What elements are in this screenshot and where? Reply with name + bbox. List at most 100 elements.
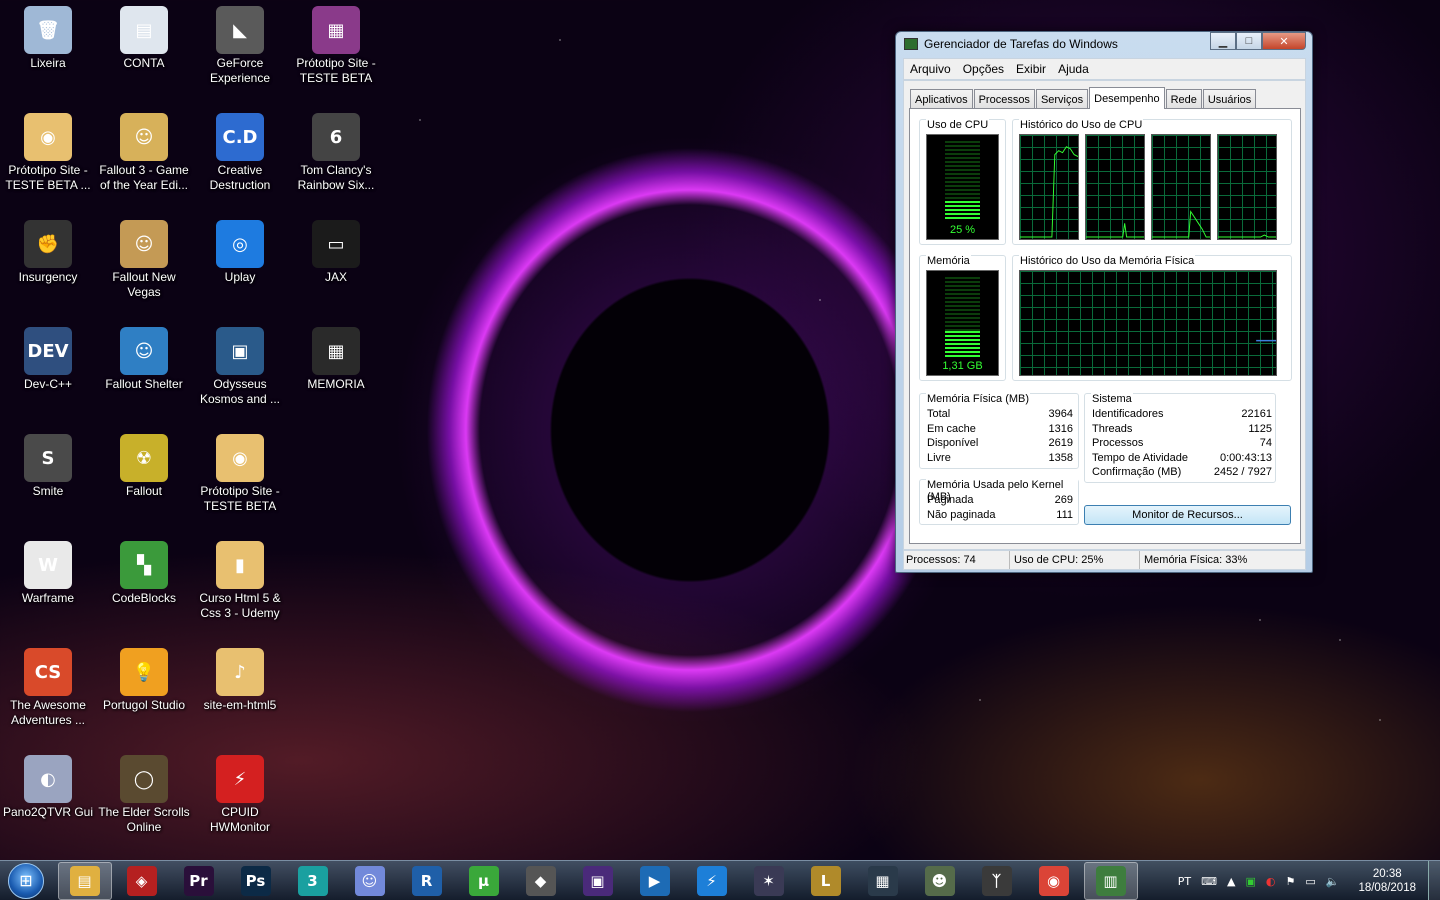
desktop-icon[interactable]: ☺ Fallout Shelter: [96, 321, 192, 392]
desktop-icon[interactable]: ◣ GeForce Experience: [192, 0, 288, 86]
tab-processos[interactable]: Processos: [973, 89, 1035, 109]
desktop-icon[interactable]: ♪ site-em-html5: [192, 642, 288, 713]
stat-value-nonpaged: 111: [1056, 508, 1073, 521]
taskbar-app-halo-game[interactable]: ▦: [856, 862, 910, 900]
desktop-icon[interactable]: DEV Dev-C++: [0, 321, 96, 392]
taskbar-app-photoshop[interactable]: Ps: [229, 862, 283, 900]
desktop-icon[interactable]: S Smite: [0, 428, 96, 499]
clock-time: 20:38: [1372, 868, 1402, 880]
desktop-icon[interactable]: ▦ MEMORIA: [288, 321, 384, 392]
start-button[interactable]: ⊞: [4, 861, 48, 900]
green-tray-icon[interactable]: ▣: [1245, 875, 1255, 888]
stat-label-uptime: Tempo de Atividade: [1092, 451, 1189, 464]
desktop-icon[interactable]: ✊ Insurgency: [0, 214, 96, 285]
desktop-icon-label: CodeBlocks: [111, 591, 177, 605]
language-indicator[interactable]: PT: [1178, 875, 1191, 888]
memory-history-group: Histórico do Uso da Memória Física: [1012, 255, 1292, 381]
stat-value-uptime: 0:00:43:13: [1220, 451, 1272, 464]
taskbar-app-premiere[interactable]: Pr: [172, 862, 226, 900]
taskbar-app-cpu-app[interactable]: ▣: [571, 862, 625, 900]
desktop-icon[interactable]: CS The Awesome Adventures ...: [0, 642, 96, 728]
desktop-icon[interactable]: ◐ Pano2QTVR Gui: [0, 749, 96, 820]
taskbar-app-red-app[interactable]: ◈: [115, 862, 169, 900]
show-hidden-icons-chevron-icon[interactable]: ▲: [1227, 875, 1235, 888]
taskbar-app-star-app[interactable]: ✶: [742, 862, 796, 900]
system-title: Sistema: [1091, 393, 1133, 405]
desktop-icon[interactable]: ▮ Curso Html 5 & Css 3 - Udemy: [192, 535, 288, 621]
taskbar-app-gamemaker[interactable]: ◆: [514, 862, 568, 900]
taskbar-app-thunder-app[interactable]: ⚡: [685, 862, 739, 900]
tab-strip: Aplicativos Processos Serviços Desempenh…: [910, 87, 1257, 109]
desktop-icon[interactable]: ☺ Fallout 3 - Game of the Year Edi...: [96, 107, 192, 193]
tab-desempenho[interactable]: Desempenho: [1089, 87, 1165, 109]
app-icon: ◐: [24, 755, 72, 803]
taskbar-pinned-apps: ▤ ◈ Pr Ps 3 ☺ Rµ ◆ ▣ ▶ ⚡ ✶ L ▦ ☻ ᛉ ◉ ▥: [56, 861, 1139, 900]
skyrim-icon: ᛉ: [981, 865, 1012, 896]
taskbar-app-league[interactable]: L: [799, 862, 853, 900]
tab-usuarios[interactable]: Usuários: [1202, 89, 1257, 109]
menu-arquivo[interactable]: Arquivo: [904, 62, 957, 76]
show-desktop-button[interactable]: [1428, 861, 1440, 900]
stat-label-free: Livre: [927, 451, 951, 464]
taskbar-app-chrome[interactable]: ◉: [1027, 862, 1081, 900]
desktop-icon[interactable]: 6 Tom Clancy's Rainbow Six...: [288, 107, 384, 193]
taskbar-app-3dsmax[interactable]: 3: [286, 862, 340, 900]
desktop-icon[interactable]: C.D Creative Destruction: [192, 107, 288, 193]
app-icon: ◉: [216, 434, 264, 482]
desktop-icon[interactable]: ◉ Prótotipo Site - TESTE BETA: [192, 428, 288, 514]
stat-value-cache: 1316: [1048, 422, 1073, 435]
desktop-icon[interactable]: 💡 Portugol Studio: [96, 642, 192, 713]
desktop-icon[interactable]: ☺ Fallout New Vegas: [96, 214, 192, 300]
taskbar-app-media-app[interactable]: ▶: [628, 862, 682, 900]
explorer-icon: ▤: [69, 865, 100, 896]
desktop-icon[interactable]: ◉ Prótotipo Site - TESTE BETA ...: [0, 107, 96, 193]
desktop-icon[interactable]: ☢ Fallout: [96, 428, 192, 499]
menu-ajuda[interactable]: Ajuda: [1052, 62, 1095, 76]
antivirus-tray-icon[interactable]: ◐: [1266, 875, 1276, 888]
desktop-icon[interactable]: ▣ Odysseus Kosmos and ...: [192, 321, 288, 407]
window-controls: ▁ □ ✕: [1210, 32, 1306, 50]
desktop-icon[interactable]: ▚ CodeBlocks: [96, 535, 192, 606]
taskbar-app-discord[interactable]: ☺: [343, 862, 397, 900]
desktop-icon-label: The Elder Scrolls Online: [98, 805, 190, 834]
menu-exibir[interactable]: Exibir: [1010, 62, 1052, 76]
tab-rede[interactable]: Rede: [1165, 89, 1202, 109]
desktop-icon[interactable]: ◯ The Elder Scrolls Online: [96, 749, 192, 835]
taskbar-app-r-app[interactable]: R: [400, 862, 454, 900]
taskbar-app-explorer[interactable]: ▤: [57, 861, 112, 900]
desktop-icon[interactable]: ▭ JAX: [288, 214, 384, 285]
maximize-button[interactable]: □: [1236, 32, 1262, 50]
action-center-flag-icon[interactable]: ⚑: [1285, 875, 1295, 888]
desktop-icon-label: site-em-html5: [203, 698, 277, 712]
app-icon: CS: [24, 648, 72, 696]
app-icon: ☺: [120, 220, 168, 268]
task-manager-window[interactable]: Gerenciador de Tarefas do Windows ▁ □ ✕ …: [895, 31, 1313, 573]
keyboard-icon[interactable]: ⌨: [1201, 875, 1217, 888]
resource-monitor-button[interactable]: Monitor de Recursos...: [1084, 505, 1291, 525]
desktop-icon-label: Creative Destruction: [209, 163, 271, 192]
desktop-icon-label: Prótotipo Site - TESTE BETA ...: [5, 163, 91, 192]
stat-label-total: Total: [927, 408, 951, 420]
volume-icon[interactable]: 🔈: [1326, 875, 1340, 888]
desktop-icon[interactable]: ▤ CONTA: [96, 0, 192, 71]
minimize-button[interactable]: ▁: [1210, 32, 1236, 50]
taskbar-app-utorrent[interactable]: µ: [457, 862, 511, 900]
desktop-icon[interactable]: 🗑 Lixeira: [0, 0, 96, 71]
tab-aplicativos[interactable]: Aplicativos: [910, 89, 973, 109]
taskbar-app-skyrim[interactable]: ᛉ: [970, 862, 1024, 900]
stat-label-processes: Processos: [1092, 437, 1144, 449]
desktop-icon[interactable]: W Warframe: [0, 535, 96, 606]
stat-value-handles: 22161: [1241, 408, 1272, 420]
close-button[interactable]: ✕: [1262, 32, 1306, 50]
tab-servicos[interactable]: Serviços: [1035, 89, 1089, 109]
status-processes: Processos: 74: [904, 551, 1010, 569]
desktop-icon[interactable]: ▦ Prótotipo Site - TESTE BETA: [288, 0, 384, 86]
taskbar-app-taskmanager[interactable]: ▥: [1083, 861, 1138, 900]
menu-opcoes[interactable]: Opções: [957, 62, 1010, 76]
clock[interactable]: 20:38 18/08/2018: [1358, 867, 1416, 895]
network-icon[interactable]: ▭: [1305, 875, 1315, 888]
desktop-icon[interactable]: ◎ Uplay: [192, 214, 288, 285]
desktop-icon[interactable]: ⚡ CPUID HWMonitor: [192, 749, 288, 835]
thunder-app-icon: ⚡: [696, 865, 727, 896]
taskbar-app-soldier-game[interactable]: ☻: [913, 862, 967, 900]
